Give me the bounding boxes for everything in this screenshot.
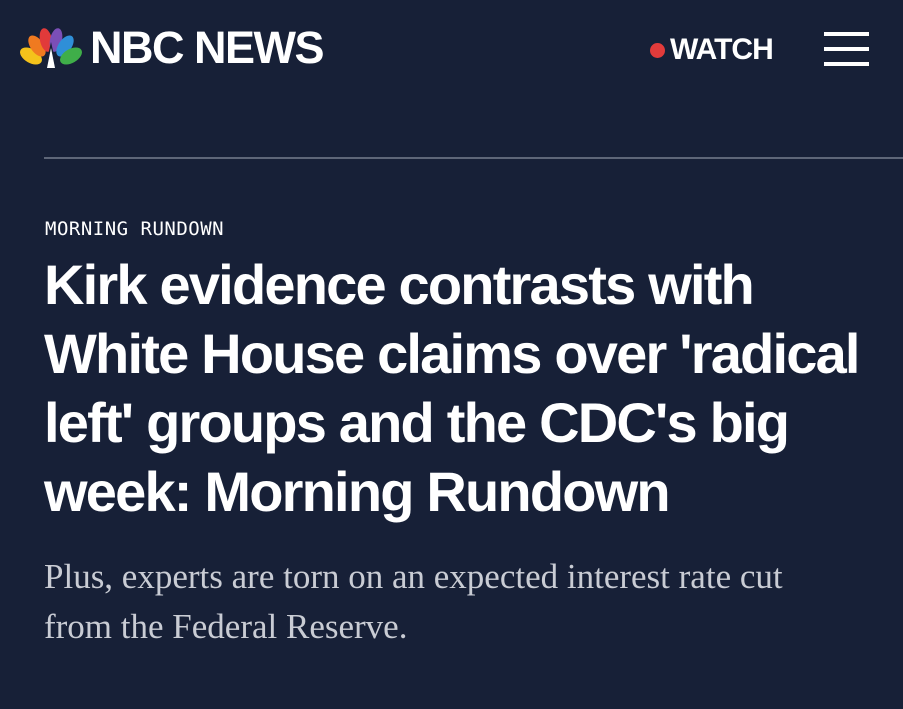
menu-line (824, 47, 869, 51)
headline-line: left' groups and the CDC's big (44, 391, 790, 454)
headline-line: Kirk evidence contrasts with (44, 253, 755, 316)
article-eyebrow[interactable]: MORNING RUNDOWN (45, 216, 224, 242)
headline-line: week: Morning Rundown (44, 460, 671, 523)
menu-line (824, 32, 869, 36)
nbc-news-logo[interactable]: NBC NEWS (20, 22, 325, 73)
headline-line: White House claims over 'radical (44, 322, 861, 385)
watch-label: WATCH (670, 33, 774, 66)
article-dek: Plus, experts are torn on an expected in… (44, 552, 874, 652)
hamburger-menu-icon[interactable] (824, 29, 869, 69)
nbc-peacock-icon (20, 28, 82, 68)
article-headline[interactable]: Kirk evidence contrasts with White House… (44, 250, 864, 526)
watch-live-button[interactable]: WATCH (650, 32, 774, 68)
dek-line: from the Federal Reserve. (44, 607, 408, 646)
brand-wordmark: NBC NEWS (90, 22, 325, 73)
site-header: NBC NEWS WATCH (0, 0, 903, 100)
dek-line: Plus, experts are torn on an expected in… (44, 557, 783, 596)
header-divider (44, 157, 903, 159)
live-dot-icon (650, 42, 665, 58)
menu-line (824, 62, 869, 66)
